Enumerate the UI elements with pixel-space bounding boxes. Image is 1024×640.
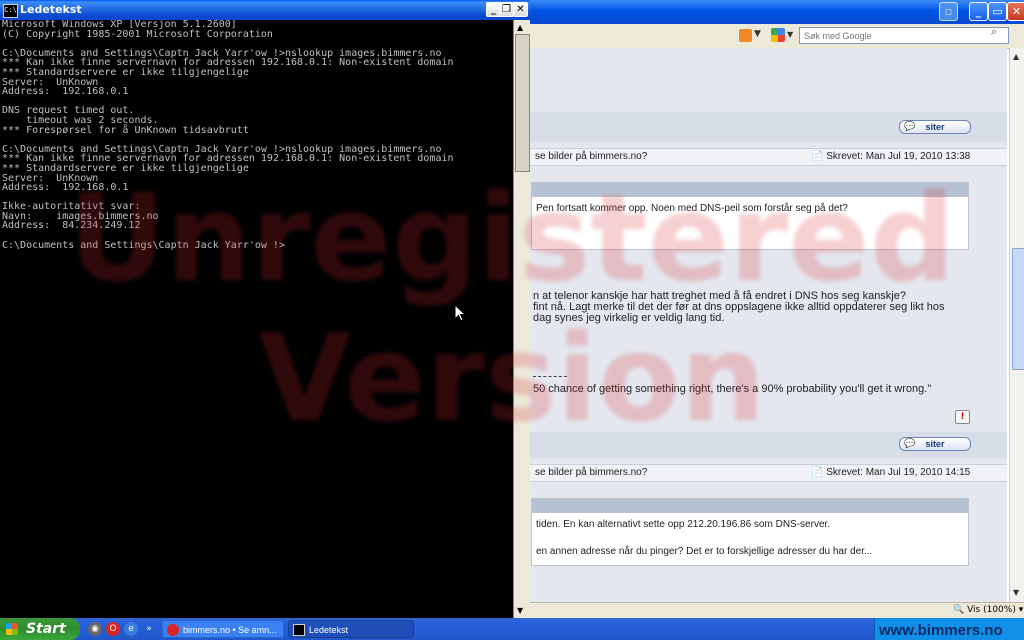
rss-feed-icon[interactable] xyxy=(739,29,752,42)
post-date: 📄 Skrevet: Man Jul 19, 2010 13:38 xyxy=(811,151,971,162)
close-button[interactable]: ✕ xyxy=(1007,2,1024,21)
quote-box: tiden. En kan alternativt sette opp 212.… xyxy=(531,498,969,566)
chevron-down-icon[interactable]: ▼ xyxy=(754,29,761,39)
console-scrollbar[interactable]: ▲ ▼ xyxy=(513,20,530,618)
close-button[interactable]: ✕ xyxy=(513,2,528,17)
windows-logo-icon xyxy=(6,623,18,635)
speech-bubble-icon: 💬 xyxy=(904,121,916,131)
console-app-icon: C:\ xyxy=(3,4,18,18)
post-body-line: en annen adresse når du pinger? Det er t… xyxy=(536,546,873,557)
report-post-icon[interactable]: ! xyxy=(955,410,970,424)
console-app-icon xyxy=(293,624,305,636)
zoom-level[interactable]: 🔍 Vis (100%) ▾ xyxy=(953,605,1023,615)
browser-title-bar: ▫ _ ▭ ✕ xyxy=(521,0,1024,24)
post-body: n at telenor kanskje har hatt treghet me… xyxy=(533,291,945,324)
console-window[interactable]: C:\ Ledetekst _ ❐ ✕ Microsoft Windows XP… xyxy=(0,0,530,618)
taskbar-item-browser[interactable]: bimmers.no • Se amn... xyxy=(162,620,284,638)
quicklaunch-chevron-icon[interactable]: » xyxy=(142,622,156,636)
quote-button[interactable]: 💬 siter xyxy=(899,120,971,134)
extra-title-button[interactable]: ▫ xyxy=(939,2,958,21)
window-title: Ledetekst xyxy=(20,3,82,16)
speech-bubble-icon: 💬 xyxy=(904,438,916,448)
console-output[interactable]: Microsoft Windows XP [Versjon 5.1.2600] … xyxy=(0,20,512,618)
taskbar: Start ◉ O e » bimmers.no • Se amn... Led… xyxy=(0,618,1024,640)
system-tray: www.bimmers.no xyxy=(874,618,1024,640)
post-footer: 💬 siter xyxy=(521,112,1007,142)
console-title-bar[interactable]: C:\ Ledetekst _ ❐ ✕ xyxy=(0,0,530,20)
quote-box: Pen fortsatt kommer opp. Noen med DNS-pe… xyxy=(531,182,969,250)
quote-text: Pen fortsatt kommer opp. Noen med DNS-pe… xyxy=(536,203,848,214)
start-button[interactable]: Start xyxy=(0,618,80,640)
quote-header xyxy=(532,499,968,513)
minimize-button[interactable]: _ xyxy=(969,2,988,21)
quicklaunch-media-icon[interactable]: ◉ xyxy=(88,622,102,636)
search-icon[interactable]: ⌕ xyxy=(991,25,997,39)
quicklaunch-opera-icon[interactable]: O xyxy=(106,622,120,636)
search-input[interactable] xyxy=(799,27,1009,44)
opera-icon xyxy=(167,624,179,636)
scroll-up-icon[interactable]: ▲ xyxy=(1013,52,1019,61)
post-subject[interactable]: se bilder på bimmers.no? xyxy=(535,151,647,162)
browser-window: ▫ _ ▭ ✕ ▼ ▼ ⌕ 💬siter se bilder på bimmer… xyxy=(520,0,1024,618)
quote-header xyxy=(532,183,968,197)
browser-toolbar: ▼ ▼ ⌕ xyxy=(521,24,1024,49)
post-header: se bilder på bimmers.no? 📄 Skrevet: Man … xyxy=(521,148,1007,166)
scroll-down-icon[interactable]: ▼ xyxy=(517,606,523,615)
forum-page: 💬 siter se bilder på bimmers.no? 📄 Skreve… xyxy=(521,48,1007,602)
post-date: 📄 Skrevet: Man Jul 19, 2010 14:15 xyxy=(811,467,971,478)
restore-button[interactable]: ❐ xyxy=(499,2,514,17)
scrollbar-thumb[interactable] xyxy=(1012,248,1024,370)
google-icon[interactable] xyxy=(771,28,785,42)
quote-button[interactable]: 💬 siter xyxy=(899,437,971,451)
maximize-button[interactable]: ▭ xyxy=(988,2,1007,21)
scrollbar-thumb[interactable] xyxy=(515,34,530,172)
post-body-line: dag synes jeg virkelig er veldig lang ti… xyxy=(533,312,725,324)
page-scrollbar[interactable]: ▲ ▼ xyxy=(1009,48,1024,602)
post-footer: 💬 siter xyxy=(521,432,1007,458)
status-bar: 🔍 Vis (100%) ▾ xyxy=(521,602,1024,618)
taskbar-item-console[interactable]: Ledetekst xyxy=(288,620,414,638)
post-header: se bilder på bimmers.no? 📄 Skrevet: Man … xyxy=(521,464,1007,482)
quicklaunch-ie-icon[interactable]: e xyxy=(124,622,138,636)
post-subject[interactable]: se bilder på bimmers.no? xyxy=(535,467,647,478)
search-engine-dropdown-icon[interactable]: ▼ xyxy=(787,30,793,39)
site-watermark: www.bimmers.no xyxy=(879,622,1003,639)
signature-divider xyxy=(533,376,567,377)
console-text: Microsoft Windows XP [Versjon 5.1.2600] … xyxy=(2,20,454,251)
scroll-up-icon[interactable]: ▲ xyxy=(517,23,523,32)
quote-text: tiden. En kan alternativt sette opp 212.… xyxy=(536,519,831,530)
scroll-down-icon[interactable]: ▼ xyxy=(1013,588,1019,597)
post-signature: 50 chance of getting something right, th… xyxy=(533,383,932,395)
